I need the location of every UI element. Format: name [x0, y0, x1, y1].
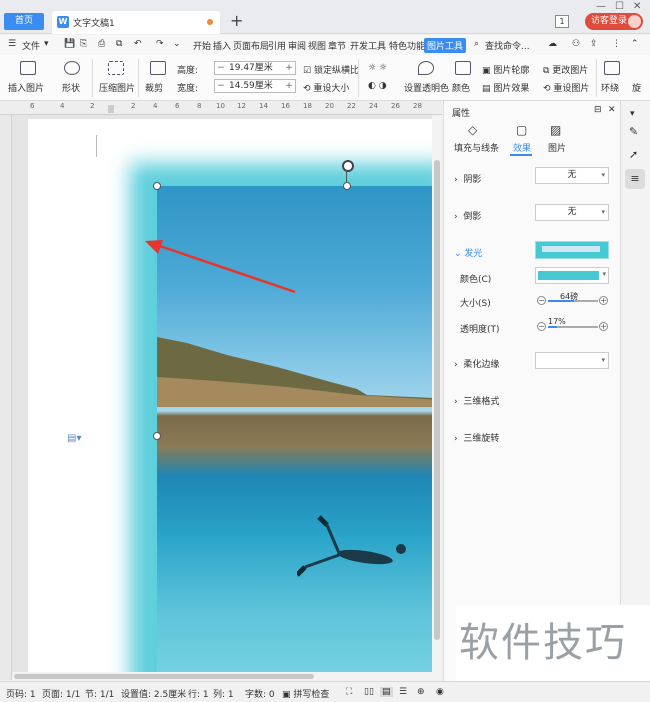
- web-view-icon[interactable]: ⊕: [417, 687, 425, 697]
- side-toolbar: ▾ ✎ ➚ ≡: [620, 101, 650, 681]
- reflection-select[interactable]: 无 ▾: [535, 204, 609, 221]
- shadow-expander[interactable]: › 阴影: [454, 172, 481, 185]
- panel-title: 属性: [452, 109, 471, 119]
- horizontal-scroll-thumb[interactable]: [14, 674, 314, 679]
- shadow-select[interactable]: 无 ▾: [535, 167, 609, 184]
- glow-label: 发光: [464, 249, 483, 259]
- fill-line-icon[interactable]: ◇: [468, 123, 477, 137]
- close-panel-icon[interactable]: ✕: [608, 105, 616, 115]
- active-tab-underline: [510, 154, 532, 156]
- size-increase-button[interactable]: +: [599, 296, 608, 305]
- expand-icon[interactable]: ▾: [630, 109, 635, 119]
- status-settings: 设置值: 2.5厘米: [121, 690, 187, 700]
- page-view-icon[interactable]: ▤: [380, 687, 393, 697]
- read-mode-icon[interactable]: ▯▯: [364, 687, 374, 697]
- status-page[interactable]: 页面: 1/1: [42, 687, 80, 700]
- tab-effect[interactable]: 效果: [513, 141, 531, 154]
- status-section: 节: 1/1: [85, 690, 115, 700]
- soft-edge-expander[interactable]: › 柔化边缘: [454, 357, 499, 370]
- arrow-to-glow: [156, 243, 296, 294]
- size-value: 64磅: [560, 292, 579, 301]
- status-page-code[interactable]: 页码: 1: [6, 687, 36, 700]
- spell-check-button[interactable]: ▣ 拼写检查: [282, 687, 329, 700]
- color-label: 颜色(C): [460, 275, 492, 285]
- tab-fill-line[interactable]: 填充与线条: [454, 141, 499, 154]
- status-col: 列: 1: [213, 690, 234, 700]
- size-decrease-button[interactable]: −: [537, 296, 546, 305]
- status-row: 行: 1: [188, 690, 209, 700]
- status-words[interactable]: 字数: 0: [245, 687, 275, 700]
- tab-picture[interactable]: 图片: [548, 141, 566, 154]
- reflection-expander[interactable]: › 倒影: [454, 209, 481, 222]
- format3d-label: 三维格式: [463, 397, 500, 407]
- pin-icon[interactable]: ⊟: [594, 105, 602, 115]
- soft-edge-label: 柔化边缘: [463, 360, 500, 370]
- fullscreen-icon[interactable]: ⛶: [346, 687, 352, 697]
- arrowhead-icon: [145, 240, 163, 254]
- transparency-increase-button[interactable]: +: [599, 322, 608, 331]
- reflection-label: 倒影: [463, 212, 482, 222]
- edit-pen-icon[interactable]: ✎: [629, 125, 638, 138]
- chevron-down-icon: ▾: [601, 171, 605, 179]
- transparency-decrease-button[interactable]: −: [537, 322, 546, 331]
- rotate3d-expander[interactable]: › 三维旋转: [454, 431, 499, 444]
- transparency-value: 17%: [548, 317, 566, 326]
- picture-icon[interactable]: ▨: [550, 123, 561, 137]
- chevron-down-icon: ▾: [601, 356, 605, 364]
- glow-color-picker[interactable]: ▾: [535, 267, 609, 284]
- spell-check-label: 拼写检查: [293, 690, 330, 700]
- shadow-label: 阴影: [463, 175, 482, 185]
- rotate3d-label: 三维旋转: [463, 434, 500, 444]
- format3d-expander[interactable]: › 三维格式: [454, 394, 499, 407]
- reflection-value: 无: [567, 207, 577, 217]
- vertical-scroll-thumb[interactable]: [434, 160, 440, 640]
- glow-preview-select[interactable]: [535, 241, 609, 259]
- transparency-slider-fill: [548, 326, 557, 328]
- color-swatch: [538, 271, 599, 280]
- shadow-value: 无: [567, 170, 577, 180]
- glow-preview-swatch: [542, 246, 600, 252]
- chevron-down-icon: ▾: [602, 270, 606, 278]
- glow-expander[interactable]: ⌄ 发光: [454, 246, 482, 259]
- watermark-text: 软件技巧: [456, 605, 650, 681]
- soft-edge-select[interactable]: ▾: [535, 352, 609, 369]
- outline-view-icon[interactable]: ☰: [399, 687, 407, 697]
- pointer-icon[interactable]: ➚: [629, 148, 638, 161]
- status-bar: 页码: 1 页面: 1/1 节: 1/1 设置值: 2.5厘米 行: 1 列: …: [0, 681, 650, 702]
- chevron-down-icon: ▾: [601, 208, 605, 216]
- size-label: 大小(S): [460, 299, 491, 309]
- properties-panel: 属性 ⊟ ✕ ◇ 填充与线条 ▢ 效果 ▨ 图片 › 阴影 无 ▾ › 倒影 无 ▾…: [443, 101, 620, 681]
- effect-icon[interactable]: ▢: [516, 123, 527, 137]
- properties-settings-icon[interactable]: ≡: [625, 169, 645, 189]
- eye-protection-icon[interactable]: ◉: [436, 687, 444, 697]
- transparency-label: 透明度(T): [460, 325, 500, 335]
